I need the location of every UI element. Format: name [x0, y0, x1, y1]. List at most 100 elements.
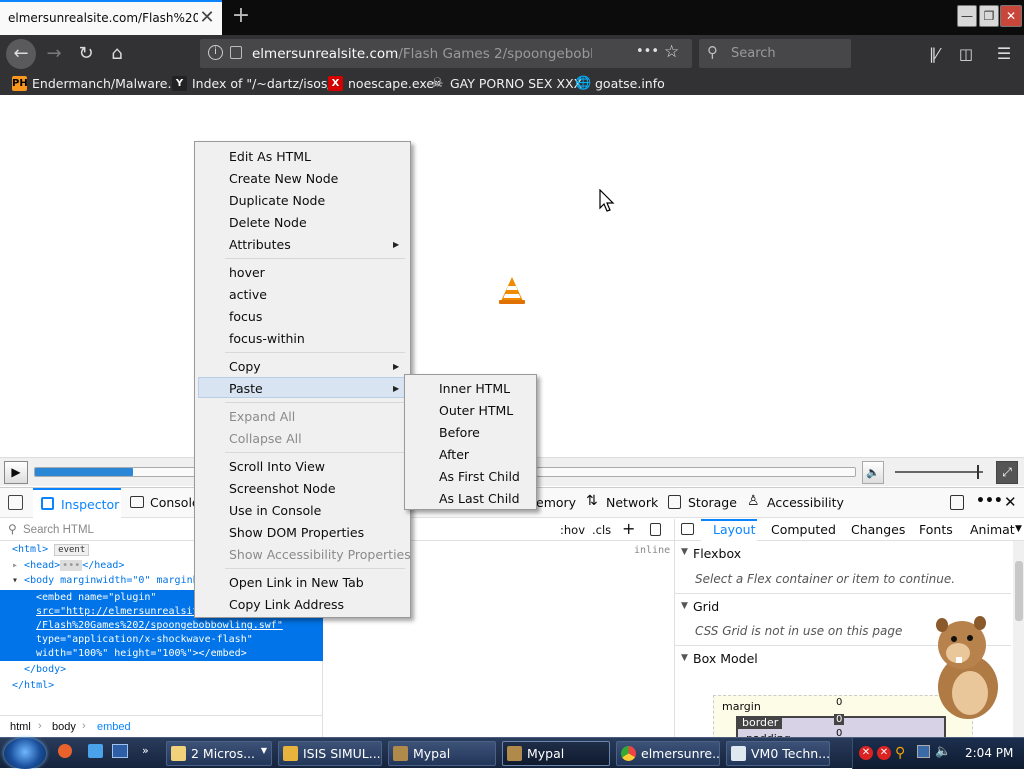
menu-item-show-dom-properties[interactable]: Show DOM Properties — [229, 525, 364, 540]
quicklaunch-desktop-icon[interactable] — [112, 744, 128, 758]
print-media-icon[interactable] — [650, 523, 661, 536]
quicklaunch-more-icon[interactable]: » — [142, 744, 149, 757]
bookmark-item[interactable]: ☠ GAY PORNO SEX XXX — [430, 76, 583, 91]
volume-icon[interactable]: 🔈 — [862, 461, 884, 484]
menu-item-before[interactable]: Before — [439, 425, 480, 440]
taskbar-item[interactable]: VM0 Techn... — [726, 741, 830, 766]
markup-body-close[interactable]: </body> — [24, 664, 66, 675]
tray-volume-icon[interactable]: 🔈 — [935, 744, 951, 759]
markup-html-node[interactable]: <html> event — [12, 544, 90, 556]
page-actions-icon[interactable]: ••• — [636, 44, 659, 59]
add-rule-icon[interactable]: + — [622, 519, 635, 538]
tray-network-icon[interactable] — [917, 745, 930, 758]
bookmark-item[interactable]: Y Index of "/~dartz/isos/" — [172, 76, 337, 91]
menu-item-focus-within[interactable]: focus-within — [229, 331, 305, 346]
menu-item-create-new-node[interactable]: Create New Node — [229, 171, 338, 186]
plugin-icon[interactable] — [230, 46, 242, 59]
tab-network[interactable]: ⇅ Network — [584, 488, 658, 518]
reload-button[interactable]: ↻ — [72, 40, 100, 68]
clock[interactable]: 2:04 PM — [965, 746, 1013, 760]
forward-button[interactable]: → — [40, 40, 68, 68]
tab-computed[interactable]: Computed — [771, 522, 836, 537]
menu-item-as-last-child[interactable]: As Last Child — [439, 491, 520, 506]
bookmark-item[interactable]: 🌐 goatse.info — [575, 76, 665, 91]
taskbar-item[interactable]: ISIS SIMUL... — [278, 741, 382, 766]
tab-console[interactable]: Console — [126, 488, 200, 518]
back-button[interactable]: ← — [6, 39, 36, 69]
quicklaunch-shield-icon[interactable] — [88, 744, 103, 758]
bookmark-star-icon[interactable]: ☆ — [664, 42, 679, 62]
menu-item-after[interactable]: After — [439, 447, 469, 462]
toggle-pane-icon[interactable] — [681, 523, 694, 535]
more-options-icon[interactable]: ••• — [976, 493, 1003, 509]
tray-error-icon[interactable]: ✕ — [859, 746, 873, 760]
chevron-down-icon[interactable]: ▼ — [1015, 524, 1022, 534]
hamburger-menu-icon[interactable]: ☰ — [990, 40, 1018, 68]
tray-search-icon[interactable]: ⚲ — [895, 745, 905, 761]
volume-slider[interactable] — [895, 465, 983, 479]
event-badge[interactable]: event — [54, 544, 90, 556]
minimize-button[interactable]: — — [957, 5, 977, 27]
menu-item-copy[interactable]: Copy — [229, 359, 261, 374]
tab-memory[interactable]: emory — [536, 495, 576, 510]
sidebar-scrollbar[interactable] — [1013, 541, 1024, 738]
cls-toggle[interactable]: .cls — [592, 523, 611, 537]
tab-changes[interactable]: Changes — [851, 522, 905, 537]
breadcrumb-body[interactable]: body — [52, 721, 76, 733]
taskbar-item[interactable]: Mypal — [388, 741, 496, 766]
active-tab[interactable]: elmersunrealsite.com/Flash%20Ga... ✕ — [0, 0, 222, 35]
breadcrumb-embed[interactable]: embed — [97, 721, 131, 733]
tab-animations[interactable]: Animat — [970, 522, 1015, 537]
quicklaunch-firefox-icon[interactable] — [58, 744, 72, 758]
menu-item-outer-html[interactable]: Outer HTML — [439, 403, 513, 418]
start-button[interactable] — [4, 738, 46, 769]
menu-item-hover[interactable]: hover — [229, 265, 265, 280]
menu-item-inner-html[interactable]: Inner HTML — [439, 381, 510, 396]
menu-item-scroll-into-view[interactable]: Scroll Into View — [229, 459, 325, 474]
restore-button[interactable]: ❐ — [979, 5, 999, 27]
menu-item-attributes[interactable]: Attributes — [229, 237, 291, 252]
taskbar-item[interactable]: elmersunre... — [616, 741, 720, 766]
taskbar-item[interactable]: Mypal — [502, 741, 610, 766]
close-devtools-icon[interactable]: ✕ — [1004, 493, 1017, 511]
menu-item-open-link-new-tab[interactable]: Open Link in New Tab — [229, 575, 364, 590]
menu-item-edit-as-html[interactable]: Edit As HTML — [229, 149, 311, 164]
new-tab-button[interactable]: + — [228, 5, 254, 29]
menu-item-as-first-child[interactable]: As First Child — [439, 469, 520, 484]
tab-accessibility[interactable]: ♙ Accessibility — [745, 488, 844, 518]
tab-fonts[interactable]: Fonts — [919, 522, 953, 537]
close-window-button[interactable]: ✕ — [1000, 5, 1022, 27]
menu-item-use-in-console[interactable]: Use in Console — [229, 503, 321, 518]
bookmark-item[interactable]: Xnoescape.exe — [328, 76, 434, 91]
menu-item-paste[interactable]: Paste — [229, 381, 263, 396]
markup-head-node[interactable]: ▸ <head> ••• </head> — [12, 560, 124, 571]
sidebar-icon[interactable]: ◫ — [952, 40, 980, 68]
menu-item-delete-node[interactable]: Delete Node — [229, 215, 307, 230]
fullscreen-button[interactable]: ⤢ — [996, 461, 1018, 484]
tab-inspector[interactable]: Inspector — [33, 488, 121, 518]
tab-storage[interactable]: Storage — [666, 488, 737, 518]
hov-toggle[interactable]: :hov — [560, 523, 585, 537]
taskbar-item[interactable]: 2 Micros... ▼ — [166, 741, 272, 766]
scrollbar-thumb[interactable] — [1015, 561, 1023, 621]
bookmark-item[interactable]: PH Endermanch/Malware... — [12, 76, 179, 91]
library-icon[interactable]: ‖⁄ — [920, 40, 948, 68]
flexbox-header[interactable]: ▼ Flexbox — [675, 541, 1011, 567]
menu-item-duplicate-node[interactable]: Duplicate Node — [229, 193, 325, 208]
markup-body-node[interactable]: ▾ <body marginwidth="0" marginh — [12, 575, 199, 586]
url-text[interactable]: elmersunrealsite.com/Flash Games 2/spoon… — [252, 46, 592, 62]
menu-item-screenshot-node[interactable]: Screenshot Node — [229, 481, 336, 496]
home-button[interactable]: ⌂ — [103, 40, 131, 68]
menu-item-active[interactable]: active — [229, 287, 267, 302]
tab-close-icon[interactable]: ✕ — [198, 9, 216, 27]
dock-icon[interactable] — [950, 495, 964, 510]
menu-item-copy-link-address[interactable]: Copy Link Address — [229, 597, 344, 612]
info-icon[interactable]: i — [208, 45, 223, 60]
url-bar[interactable]: i elmersunrealsite.com/Flash Games 2/spo… — [200, 39, 692, 68]
search-bar[interactable]: ⚲ Search — [699, 39, 851, 68]
play-button[interactable]: ▶ — [4, 461, 28, 484]
menu-item-focus[interactable]: focus — [229, 309, 262, 324]
tray-error-icon[interactable]: ✕ — [877, 746, 891, 760]
pick-element-icon[interactable] — [8, 495, 23, 510]
volume-knob[interactable] — [976, 465, 979, 479]
